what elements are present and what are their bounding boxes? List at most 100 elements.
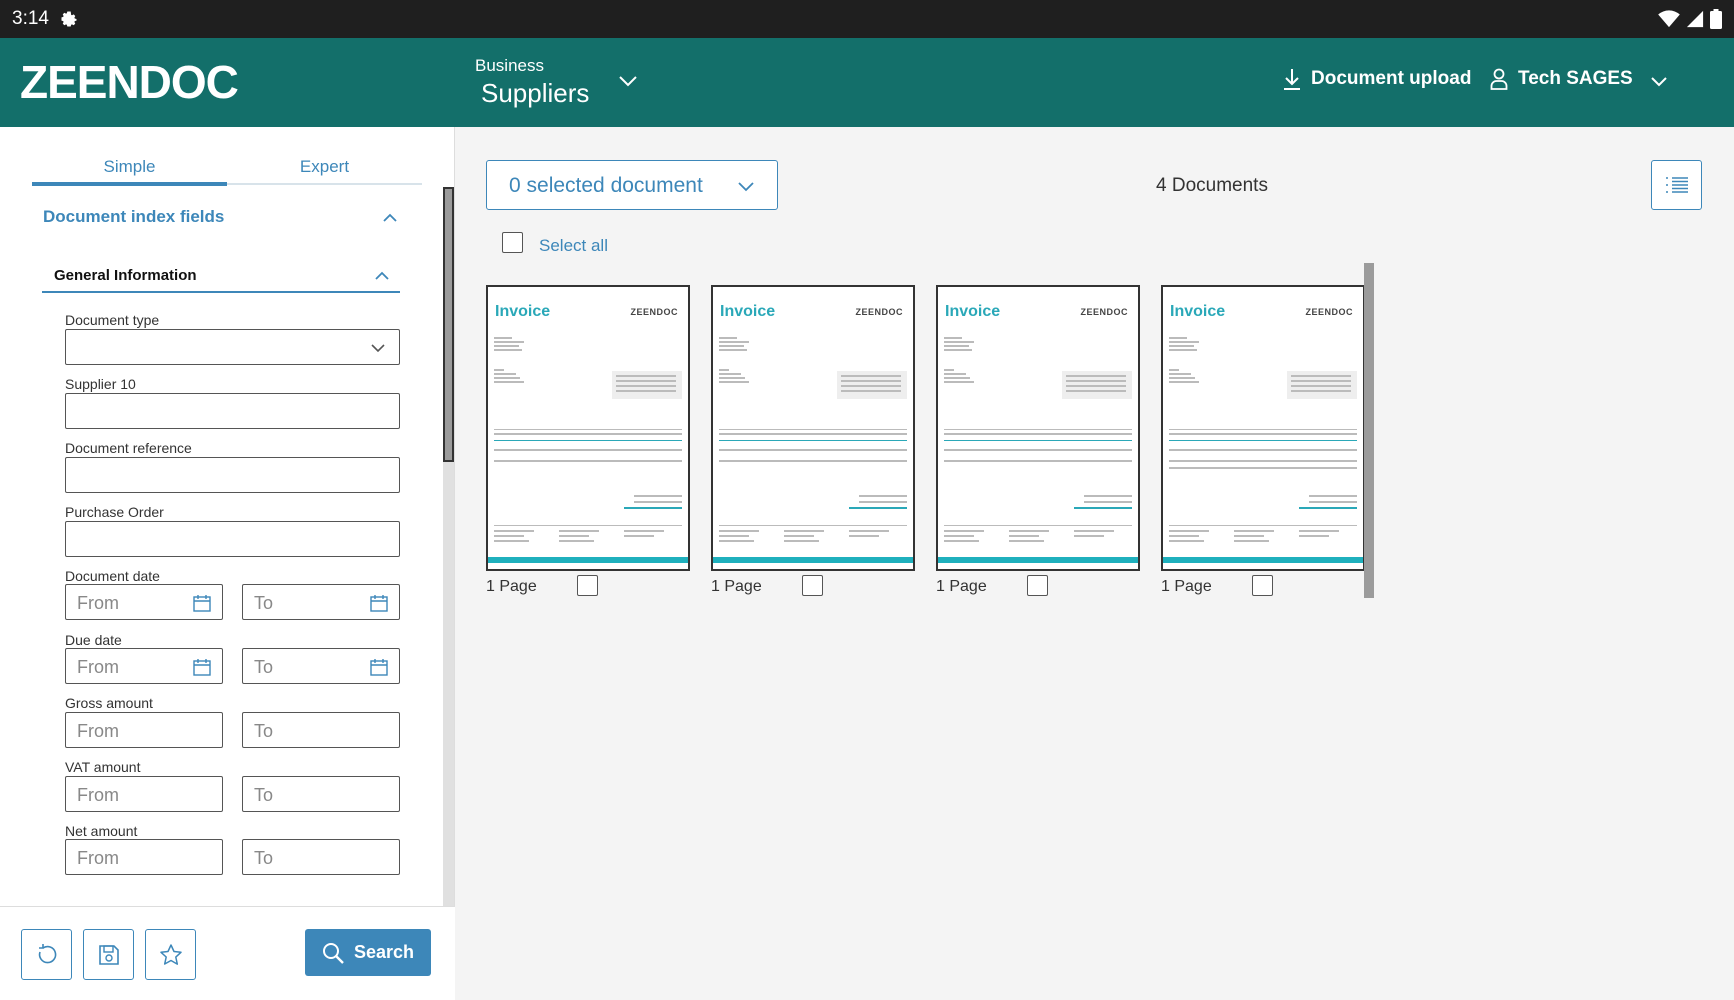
supplier-input[interactable] xyxy=(65,393,400,429)
calendar-icon[interactable] xyxy=(370,658,388,676)
document-date-from-input[interactable]: From xyxy=(65,584,223,620)
thumbnail-logo: ZEENDOC xyxy=(1305,307,1353,317)
star-icon xyxy=(159,943,182,965)
sidebar-scrollbar[interactable] xyxy=(443,187,454,987)
general-information-header[interactable]: General Information xyxy=(42,263,400,293)
gross-amount-from-input[interactable]: From xyxy=(65,712,223,748)
thumbnail-title: Invoice xyxy=(720,303,776,320)
document-thumbnail[interactable]: Invoice ZEENDOC xyxy=(486,285,690,571)
chevron-up-icon[interactable] xyxy=(374,271,390,281)
user-menu[interactable]: Tech SAGES xyxy=(1490,68,1633,90)
document-date-to-placeholder: To xyxy=(254,593,274,613)
zeendoc-logo[interactable]: ZEENDOC xyxy=(20,58,240,106)
document-card[interactable]: Invoice ZEENDOC 1 Page xyxy=(711,285,915,596)
search-icon xyxy=(322,942,344,964)
vat-amount-from-placeholder: From xyxy=(77,785,119,805)
document-checkbox[interactable] xyxy=(1027,575,1048,596)
search-sidebar: Simple Expert Document index fields Gene… xyxy=(0,127,455,1000)
status-time: 3:14 xyxy=(12,8,49,29)
due-date-to-input[interactable]: To xyxy=(242,648,400,684)
thumbnail-title: Invoice xyxy=(495,303,551,320)
net-amount-to-input[interactable]: To xyxy=(242,839,400,875)
document-card[interactable]: Invoice ZEENDOC 1 Page xyxy=(936,285,1140,596)
favorites-button[interactable] xyxy=(145,929,196,980)
document-checkbox[interactable] xyxy=(577,575,598,596)
vat-amount-from-input[interactable]: From xyxy=(65,776,223,812)
due-date-label: Due date xyxy=(65,632,122,648)
business-value: Suppliers xyxy=(481,78,590,108)
purchase-order-label: Purchase Order xyxy=(65,504,164,520)
net-amount-to-placeholder: To xyxy=(254,848,274,868)
tab-expert[interactable]: Expert xyxy=(227,157,422,183)
vat-amount-to-input[interactable]: To xyxy=(242,776,400,812)
business-selector[interactable]: Business Suppliers xyxy=(475,56,589,109)
tab-simple[interactable]: Simple xyxy=(32,157,227,186)
chevron-up-icon[interactable] xyxy=(382,213,398,223)
document-card[interactable]: Invoice ZEENDOC 1 Page xyxy=(486,285,690,596)
document-date-label: Document date xyxy=(65,568,160,584)
chevron-down-icon xyxy=(738,182,754,192)
reset-button[interactable] xyxy=(21,929,72,980)
gross-amount-from-placeholder: From xyxy=(77,721,119,741)
net-amount-from-input[interactable]: From xyxy=(65,839,223,875)
document-date-to-input[interactable]: To xyxy=(242,584,400,620)
purchase-order-input[interactable] xyxy=(65,521,400,557)
thumbnail-title: Invoice xyxy=(1170,303,1226,320)
wifi-icon xyxy=(1658,10,1680,28)
group-title: General Information xyxy=(54,267,197,284)
document-reference-input[interactable] xyxy=(65,457,400,493)
supplier-label: Supplier 10 xyxy=(65,376,136,392)
document-card[interactable]: Invoice ZEENDOC 1 Page xyxy=(1161,285,1365,596)
download-icon xyxy=(1284,69,1300,90)
sidebar-actions: Search xyxy=(0,906,455,1000)
vat-amount-label: VAT amount xyxy=(65,759,141,775)
document-thumbnail[interactable]: Invoice ZEENDOC xyxy=(936,285,1140,571)
chevron-down-icon[interactable] xyxy=(618,74,638,88)
net-amount-label: Net amount xyxy=(65,823,138,839)
sidebar-scrollbar-thumb[interactable] xyxy=(443,187,454,462)
signal-icon xyxy=(1686,10,1704,28)
document-type-select[interactable] xyxy=(65,329,400,365)
calendar-icon[interactable] xyxy=(193,658,211,676)
document-checkbox[interactable] xyxy=(802,575,823,596)
calendar-icon[interactable] xyxy=(370,594,388,612)
save-search-button[interactable] xyxy=(83,929,134,980)
select-all-checkbox[interactable] xyxy=(502,232,523,253)
gross-amount-to-input[interactable]: To xyxy=(242,712,400,748)
search-button[interactable]: Search xyxy=(305,929,431,976)
selection-dropdown[interactable]: 0 selected document xyxy=(486,160,778,210)
document-thumbnail[interactable]: Invoice ZEENDOC xyxy=(711,285,915,571)
search-button-label: Search xyxy=(353,942,415,962)
due-date-from-input[interactable]: From xyxy=(65,648,223,684)
document-reference-label: Document reference xyxy=(65,440,192,456)
thumbnail-title: Invoice xyxy=(945,303,1001,320)
chevron-down-icon[interactable] xyxy=(1650,76,1668,88)
thumbnail-logo: ZEENDOC xyxy=(855,307,903,317)
invoice-preview-lines xyxy=(944,337,1132,542)
page-count: 1 Page xyxy=(711,578,762,595)
due-date-to-placeholder: To xyxy=(254,657,274,677)
list-view-button[interactable] xyxy=(1651,160,1702,210)
select-all-label[interactable]: Select all xyxy=(539,236,608,256)
document-thumbnail[interactable]: Invoice ZEENDOC xyxy=(1161,285,1365,571)
user-icon xyxy=(1490,68,1508,90)
chevron-down-icon xyxy=(371,344,385,353)
invoice-preview-lines xyxy=(719,337,907,542)
status-bar: 3:14 xyxy=(0,0,1734,38)
document-upload-button[interactable]: Document upload xyxy=(1283,68,1471,90)
selection-count-label: 0 selected document xyxy=(509,174,703,197)
refresh-icon xyxy=(38,943,56,963)
business-label: Business xyxy=(475,56,544,75)
section-title[interactable]: Document index fields xyxy=(43,207,224,227)
results-scrollbar[interactable] xyxy=(1364,263,1374,598)
vat-amount-to-placeholder: To xyxy=(254,785,274,805)
search-mode-tabs: Simple Expert xyxy=(32,157,422,186)
gear-icon xyxy=(61,11,77,27)
document-results: 0 selected document 4 Documents Select a… xyxy=(455,127,1734,1000)
user-name: Tech SAGES xyxy=(1518,68,1633,89)
due-date-from-placeholder: From xyxy=(77,657,119,677)
document-checkbox[interactable] xyxy=(1252,575,1273,596)
invoice-preview-lines xyxy=(494,337,682,542)
page-count: 1 Page xyxy=(936,578,987,595)
calendar-icon[interactable] xyxy=(193,594,211,612)
